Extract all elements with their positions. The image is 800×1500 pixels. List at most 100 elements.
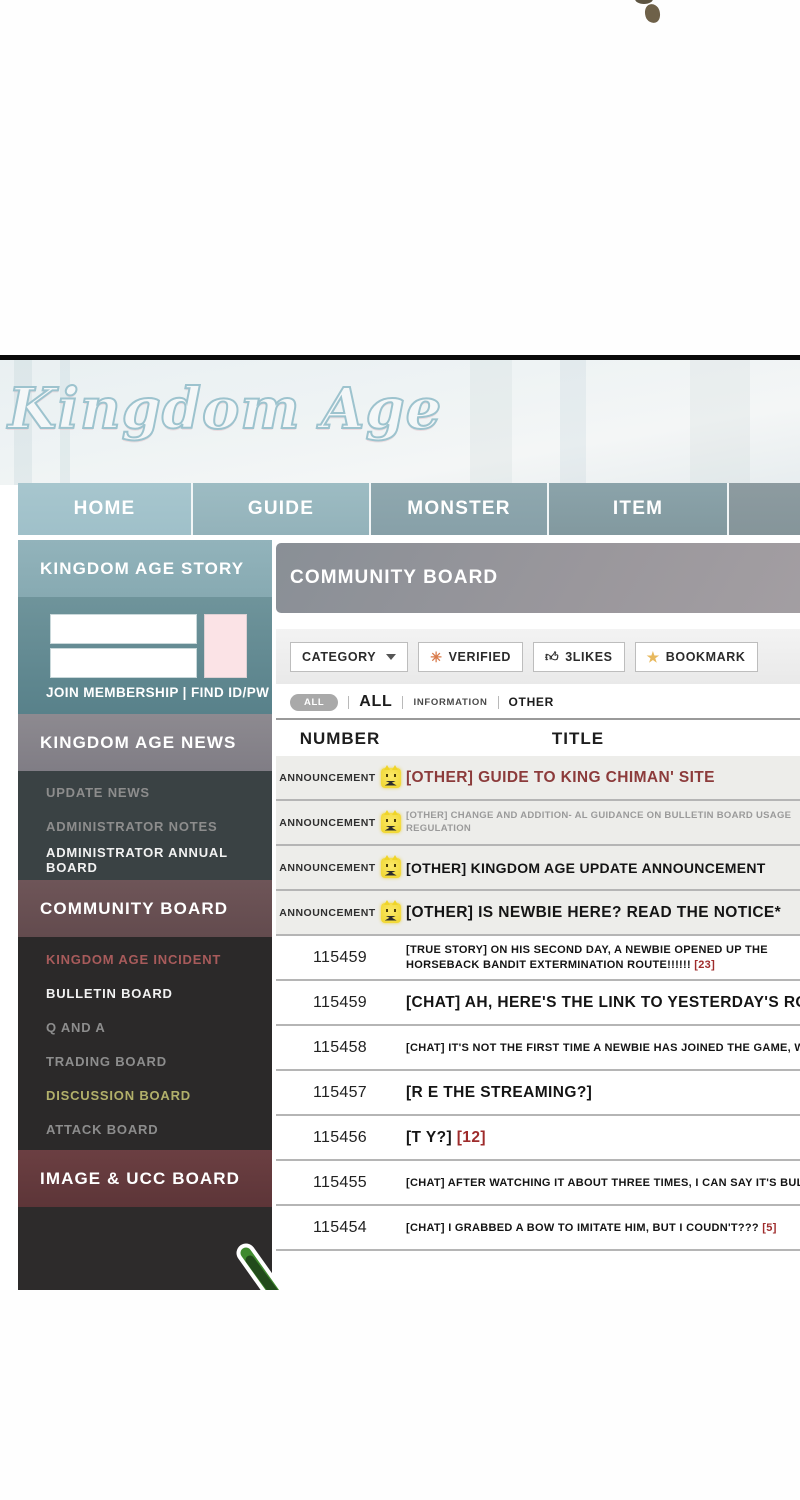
banner-streak (690, 360, 750, 485)
sidebar-header-news-label: KINGDOM AGE NEWS (40, 732, 237, 752)
post-title[interactable]: [OTHER] IS NEWBIE HERE? READ THE NOTICE* (404, 904, 800, 922)
post-title[interactable]: [CHAT] AFTER WATCHING IT ABOUT THREE TIM… (404, 1177, 800, 1189)
sidebar-header-story[interactable]: KINGDOM AGE STORY (18, 540, 272, 597)
category-dropdown[interactable]: CATEGORY (290, 641, 409, 672)
sidebar-item-q-and-a[interactable]: Q AND A (18, 1010, 272, 1044)
post-title[interactable]: [CHAT] AH, HERE'S THE LINK TO YESTERDAY'… (404, 994, 800, 1012)
post-title[interactable]: [OTHER] CHANGE AND ADDITION- AL GUIDANCE… (404, 810, 800, 836)
filter-pill-all[interactable]: ALL (290, 693, 339, 711)
announcement-label: ANNOUNCEMENT (279, 861, 376, 874)
sidebar-header-image-ucc[interactable]: IMAGE & UCC BOARD (18, 1150, 272, 1207)
ink-blob (642, 2, 663, 25)
asterisk-star-icon: ✳ (430, 648, 443, 665)
column-header-title: TITLE (551, 729, 605, 748)
row-number-cell: ANNOUNCEMENT (276, 809, 404, 833)
filter-other[interactable]: OTHER (509, 695, 555, 709)
table-row[interactable]: ANNOUNCEMENT [OTHER] IS NEWBIE HERE? READ… (276, 891, 800, 936)
table-row[interactable]: 115454 [CHAT] I GRABBED A BOW TO IMITATE … (276, 1206, 800, 1251)
cat-face-icon (380, 899, 401, 923)
filter-separator (402, 695, 404, 709)
banner-streak (560, 360, 586, 485)
webtoon-panel: Kingdom Age HOME GUIDE MONSTER ITEM KING… (0, 355, 800, 1295)
sidebar-header-community-label: COMMUNITY BOARD (40, 898, 229, 918)
sidebar: KINGDOM AGE STORY JOIN MEMBERSHIP | FIND… (18, 540, 272, 1290)
post-title[interactable]: [OTHER] KINGDOM AGE UPDATE ANNOUNCEMENT (404, 860, 800, 876)
table-row[interactable]: ANNOUNCEMENT [OTHER] KINGDOM AGE UPDATE A… (276, 846, 800, 891)
announcement-label: ANNOUNCEMENT (279, 816, 376, 829)
main-navigation: HOME GUIDE MONSTER ITEM (0, 483, 800, 540)
sidebar-header-news[interactable]: KINGDOM AGE NEWS (18, 714, 272, 771)
sidebar-item-administrator-notes[interactable]: ADMINISTRATOR NOTES (18, 809, 272, 843)
login-submit-button[interactable] (204, 614, 247, 678)
body-columns: KINGDOM AGE STORY JOIN MEMBERSHIP | FIND… (0, 540, 800, 1290)
category-dropdown-label: CATEGORY (302, 649, 377, 664)
post-number: 115457 (312, 1083, 367, 1101)
login-id-input[interactable] (50, 614, 197, 644)
announcement-label: ANNOUNCEMENT (279, 906, 376, 919)
sidebar-item-bulletin-board[interactable]: BULLETIN BOARD (18, 976, 272, 1010)
sidebar-item-discussion-board[interactable]: DISCUSSION BOARD (18, 1078, 272, 1112)
post-title[interactable]: [CHAT] IT'S NOT THE FIRST TIME A NEWBIE … (404, 1042, 800, 1054)
nav-item-monster[interactable]: MONSTER (371, 483, 549, 535)
filter-all[interactable]: ALL (359, 693, 392, 711)
likes-button[interactable]: 👍︎ 3LIKES (533, 641, 625, 672)
comment-count: [23] (690, 958, 716, 971)
cat-face-icon (380, 854, 401, 878)
post-title[interactable]: [T Y?] [12] (404, 1129, 800, 1147)
row-number-cell: 115459 (276, 994, 404, 1012)
post-number: 115459 (312, 948, 367, 966)
login-box: JOIN MEMBERSHIP | FIND ID/PW (18, 597, 272, 714)
post-title[interactable]: [TRUE STORY] ON HIS SECOND DAY, A NEWBIE… (404, 943, 800, 973)
bookmark-button[interactable]: ★ BOOKMARK (634, 641, 758, 672)
verified-button[interactable]: ✳ VERIFIED (418, 641, 524, 672)
sidebar-item-kingdom-age-incident[interactable]: KINGDOM AGE INCIDENT (18, 942, 272, 976)
table-row[interactable]: ANNOUNCEMENT [OTHER] GUIDE TO KING CHIMAN… (276, 756, 800, 801)
table-row[interactable]: 115455 [CHAT] AFTER WATCHING IT ABOUT THR… (276, 1161, 800, 1206)
thumbs-up-icon: 👍︎ (545, 649, 560, 664)
sidebar-item-trading-board[interactable]: TRADING BOARD (18, 1044, 272, 1078)
filter-information[interactable]: INFORMATION (413, 697, 487, 708)
likes-button-label: 3LIKES (565, 649, 613, 664)
row-number-cell: 115458 (276, 1039, 404, 1057)
post-table: ANNOUNCEMENT [OTHER] GUIDE TO KING CHIMAN… (276, 756, 800, 1251)
sidebar-header-image-ucc-label: IMAGE & UCC BOARD (40, 1168, 241, 1188)
site-banner: Kingdom Age (0, 360, 800, 485)
table-row[interactable]: 115459 [TRUE STORY] ON HIS SECOND DAY, A … (276, 936, 800, 981)
comment-count: [12] (452, 1128, 486, 1146)
post-title[interactable]: [OTHER] GUIDE TO KING CHIMAN' SITE (404, 769, 800, 787)
filter-separator (497, 695, 499, 709)
cat-face-icon (380, 764, 401, 788)
category-filter-bar: ALL ALL INFORMATION OTHER (276, 688, 800, 716)
nav-item-guide[interactable]: GUIDE (193, 483, 371, 535)
post-number: 115458 (312, 1038, 367, 1056)
row-number-cell: 115454 (276, 1219, 404, 1237)
site-logo[interactable]: Kingdom Age (7, 375, 442, 443)
page-title: COMMUNITY BOARD (276, 543, 800, 613)
nav-item-home[interactable]: HOME (18, 483, 193, 535)
login-password-input[interactable] (50, 648, 197, 678)
post-number: 115455 (312, 1173, 367, 1191)
nav-item-item[interactable]: ITEM (549, 483, 729, 535)
post-title[interactable]: [CHAT] I GRABBED A BOW TO IMITATE HIM, B… (404, 1222, 800, 1234)
sidebar-item-attack-board[interactable]: ATTACK BOARD (18, 1112, 272, 1146)
sidebar-item-administrator-annual-board[interactable]: ADMINISTRATOR ANNUAL BOARD (18, 843, 272, 877)
row-number-cell: 115456 (276, 1129, 404, 1147)
table-row[interactable]: ANNOUNCEMENT [OTHER] CHANGE AND ADDITION-… (276, 801, 800, 846)
sidebar-header-community[interactable]: COMMUNITY BOARD (18, 880, 272, 937)
table-row[interactable]: 115457 [R E THE STREAMING?] (276, 1071, 800, 1116)
row-number-cell: ANNOUNCEMENT (276, 854, 404, 878)
chevron-down-icon (386, 653, 397, 660)
sidebar-item-update-news[interactable]: UPDATE NEWS (18, 775, 272, 809)
banner-streak (470, 360, 512, 485)
announcement-label: ANNOUNCEMENT (279, 771, 376, 784)
post-title[interactable]: [R E THE STREAMING?] (404, 1084, 800, 1102)
star-icon: ★ (646, 648, 660, 665)
sidebar-group-community: KINGDOM AGE INCIDENT BULLETIN BOARD Q AN… (18, 937, 272, 1150)
login-helper-links[interactable]: JOIN MEMBERSHIP | FIND ID/PW (46, 685, 269, 700)
column-header-number: NUMBER (299, 729, 381, 748)
table-row[interactable]: 115458 [CHAT] IT'S NOT THE FIRST TIME A N… (276, 1026, 800, 1071)
nav-item-partial[interactable] (729, 483, 800, 535)
table-row[interactable]: 115456 [T Y?] [12] (276, 1116, 800, 1161)
row-number-cell: 115459 (276, 949, 404, 967)
table-row[interactable]: 115459 [CHAT] AH, HERE'S THE LINK TO YEST… (276, 981, 800, 1026)
